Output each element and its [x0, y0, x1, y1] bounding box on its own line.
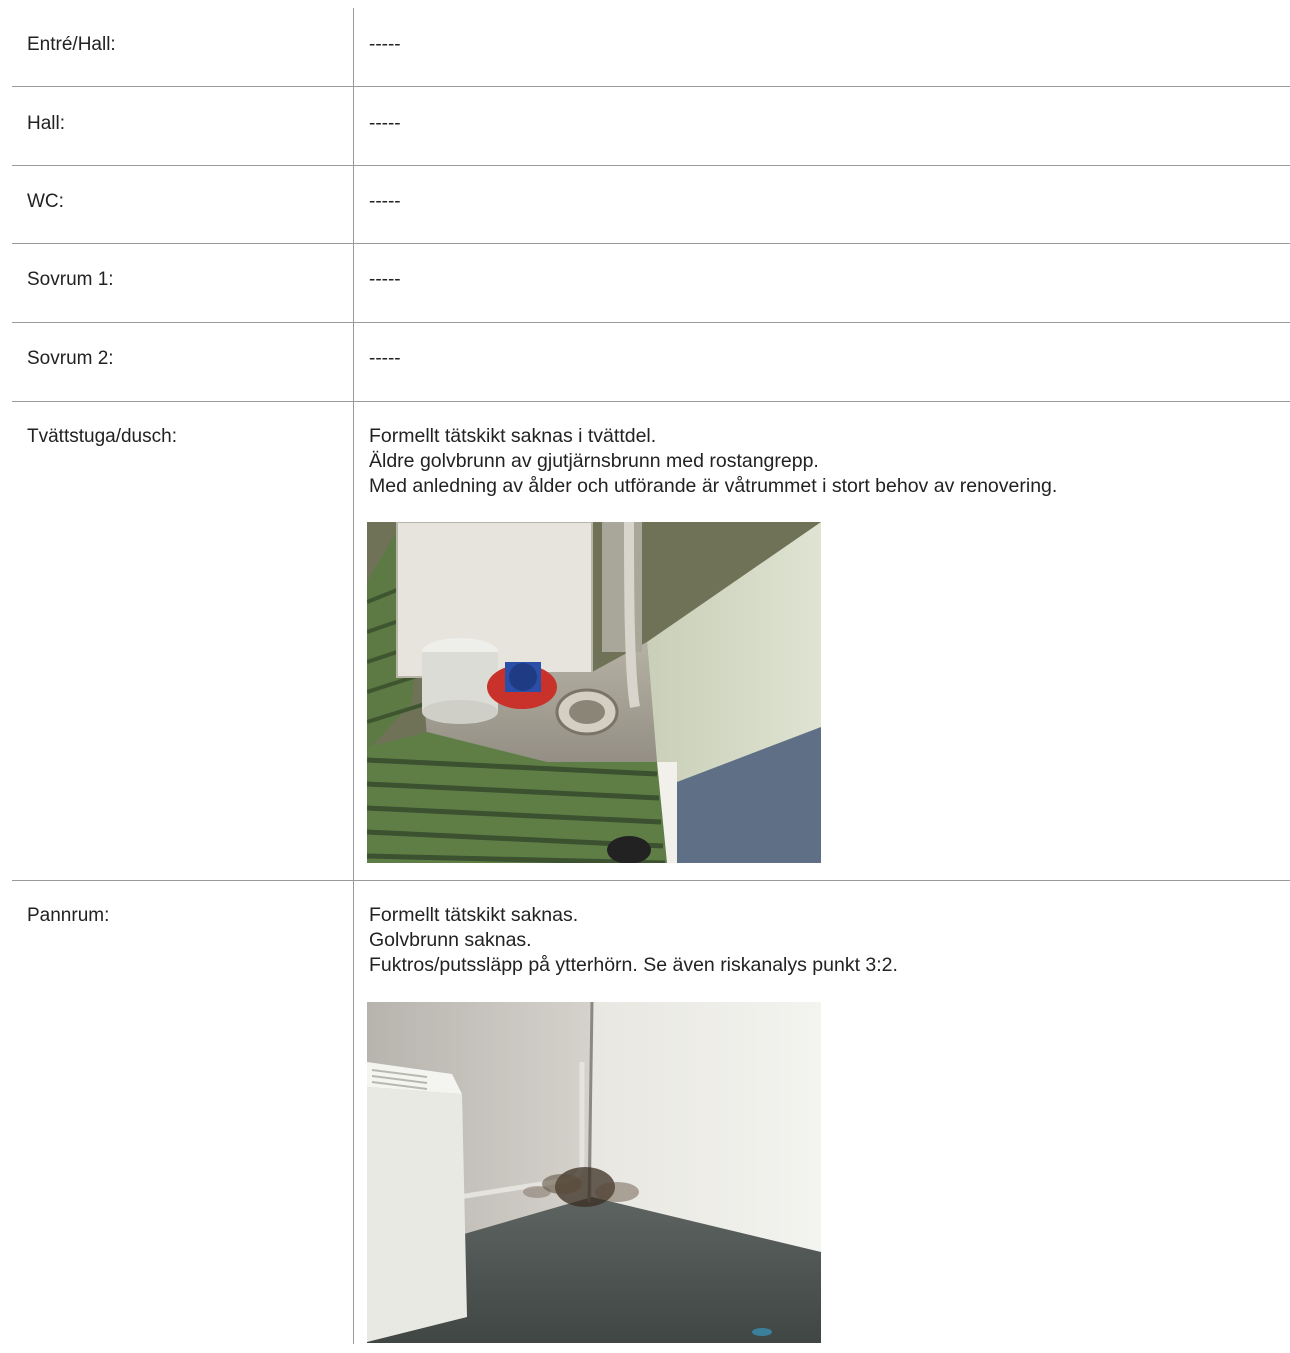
laundry-room-photo	[367, 522, 821, 863]
description-line: Golvbrunn saknas.	[369, 929, 532, 951]
row-value: -----	[369, 34, 401, 55]
row-label: Sovrum 1:	[27, 269, 114, 290]
description-line: Med anledning av ålder och utförande är …	[369, 475, 1058, 497]
row-description: Formellt tätskikt saknas i tvättdel. Äld…	[369, 424, 1057, 499]
row-value: -----	[369, 191, 401, 212]
description-line: Formellt tätskikt saknas.	[369, 904, 579, 926]
table-row-entre-hall: Entré/Hall: -----	[12, 8, 1290, 87]
row-label: Pannrum:	[27, 905, 110, 926]
row-label: WC:	[27, 191, 64, 212]
description-line: Formellt tätskikt saknas i tvättdel.	[369, 425, 657, 447]
boiler-room-photo	[367, 1002, 821, 1343]
table-row-sovrum-1: Sovrum 1: -----	[12, 244, 1290, 323]
table-row-sovrum-2: Sovrum 2: -----	[12, 323, 1290, 402]
description-line: Fuktros/putssläpp på ytterhörn. Se även …	[369, 954, 898, 976]
row-label: Sovrum 2:	[27, 348, 114, 369]
table-row-tvattstuga: Tvättstuga/dusch: Formellt tätskikt sakn…	[12, 402, 1290, 881]
row-label: Entré/Hall:	[27, 34, 116, 55]
row-value: -----	[369, 269, 401, 290]
description-line: Äldre golvbrunn av gjutjärnsbrunn med ro…	[369, 450, 819, 472]
table-row-hall: Hall: -----	[12, 87, 1290, 166]
row-label: Tvättstuga/dusch:	[27, 426, 177, 447]
row-description: Formellt tätskikt saknas. Golvbrunn sakn…	[369, 903, 898, 978]
row-value: -----	[369, 348, 401, 369]
row-label: Hall:	[27, 113, 66, 134]
table-row-wc: WC: -----	[12, 166, 1290, 244]
row-value: -----	[369, 113, 401, 134]
table-row-pannrum: Pannrum: Formellt tätskikt saknas. Golvb…	[12, 881, 1290, 1344]
inspection-document: Entré/Hall: ----- Hall: ----- WC: ----- …	[12, 8, 1290, 1344]
